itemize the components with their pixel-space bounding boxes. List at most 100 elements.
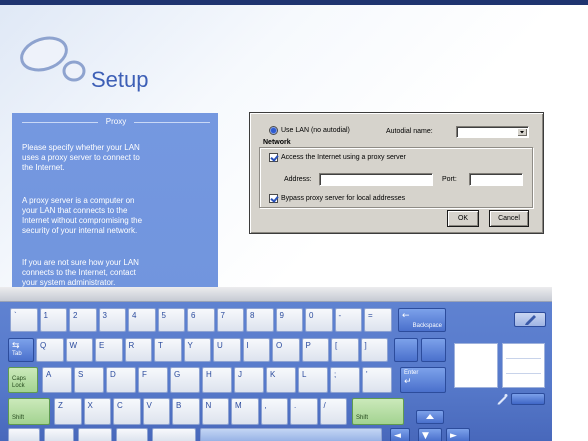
key-bottom-4[interactable] (116, 428, 148, 441)
key-i[interactable]: I (242, 338, 270, 362)
key-label: Tab (12, 351, 22, 357)
key-left-bracket[interactable]: [ (331, 338, 359, 362)
key-y[interactable]: Y (183, 338, 211, 362)
page-title: Setup (91, 67, 149, 92)
key-x[interactable]: X (83, 398, 111, 425)
key-w[interactable]: W (65, 338, 93, 362)
key-r[interactable]: R (124, 338, 152, 362)
key-bottom-2[interactable] (44, 428, 74, 441)
panel-text-line: security of your internal network. (22, 226, 138, 235)
autodial-name-combobox[interactable] (456, 126, 529, 138)
panel-heading-text: Proxy (105, 117, 127, 126)
key-8[interactable]: 8 (246, 308, 274, 332)
key-label: B (176, 401, 182, 410)
key-n[interactable]: N (201, 398, 229, 425)
key-label: T (158, 341, 163, 350)
key-caps-lock[interactable]: Caps Lock (8, 367, 38, 393)
pen-mode-key[interactable] (514, 312, 546, 327)
key-f[interactable]: F (138, 367, 168, 393)
key-s[interactable]: S (74, 367, 104, 393)
pen-settings-icon[interactable] (496, 393, 508, 405)
key-o[interactable]: O (272, 338, 300, 362)
key-backspace[interactable]: ← Backspace (398, 308, 446, 332)
key-label: S (78, 370, 84, 379)
key-1[interactable]: 1 (39, 308, 67, 332)
key-l[interactable]: L (298, 367, 328, 393)
port-label: Port: (442, 176, 457, 183)
keyboard-body: ` 1 2 3 4 5 6 7 8 9 0 - = ← Backspace ⇆ Tab Q W E R T Y U I O P [] C… (0, 302, 552, 441)
use-lan-radio[interactable] (269, 126, 278, 135)
network-group-label: Network (263, 139, 291, 146)
key-enter[interactable]: ↵ Enter (400, 367, 446, 393)
key-row2-blue-2[interactable] (421, 338, 446, 362)
key-4[interactable]: 4 (128, 308, 156, 332)
key-3[interactable]: 3 (98, 308, 126, 332)
key-d[interactable]: D (106, 367, 136, 393)
key-period[interactable]: . (290, 398, 318, 425)
key-a[interactable]: A (42, 367, 72, 393)
key-quote[interactable]: ' (362, 367, 392, 393)
key-9[interactable]: 9 (275, 308, 303, 332)
key-label: W (69, 341, 78, 350)
key-p[interactable]: P (301, 338, 329, 362)
port-field[interactable] (469, 173, 523, 186)
key-t[interactable]: T (154, 338, 182, 362)
panel-text-line: A proxy server is a computer on (22, 196, 135, 205)
key-minus[interactable]: - (334, 308, 362, 332)
chevron-down-icon[interactable] (517, 128, 527, 136)
key-down-arrow[interactable]: ▼ (418, 428, 442, 441)
key-0[interactable]: 0 (305, 308, 333, 332)
key-j[interactable]: J (234, 367, 264, 393)
key-m[interactable]: M (231, 398, 259, 425)
key-z[interactable]: Z (54, 398, 82, 425)
key-k[interactable]: K (266, 367, 296, 393)
key-comma[interactable]: , (260, 398, 288, 425)
key-label: Shift (12, 415, 25, 421)
key-row2-blue-1[interactable] (394, 338, 418, 362)
key-left-arrow[interactable]: ◄ (390, 428, 410, 441)
key-u[interactable]: U (213, 338, 241, 362)
heading-rule-left (22, 121, 98, 123)
key-slash[interactable]: / (319, 398, 347, 425)
key-right-shift[interactable]: Shift (352, 398, 404, 425)
key-2[interactable]: 2 (69, 308, 97, 332)
key-label: 7 (220, 311, 225, 320)
key-right-bracket[interactable]: ] (360, 338, 388, 362)
key-space[interactable] (200, 428, 382, 441)
key-right-arrow[interactable]: ► (446, 428, 470, 441)
key-b[interactable]: B (172, 398, 200, 425)
key-v[interactable]: V (142, 398, 170, 425)
key-up-arrow[interactable] (416, 410, 444, 424)
up-arrow-icon (426, 414, 434, 419)
key-bottom-5[interactable] (152, 428, 196, 441)
key-7[interactable]: 7 (216, 308, 244, 332)
key-6[interactable]: 6 (187, 308, 215, 332)
right-arrow-icon: ► (450, 431, 457, 441)
ok-button[interactable]: OK (447, 210, 479, 227)
key-backtick[interactable]: ` (10, 308, 38, 332)
key-q[interactable]: Q (36, 338, 64, 362)
key-g[interactable]: G (170, 367, 200, 393)
key-label: X (87, 401, 93, 410)
key-tab[interactable]: ⇆ Tab (8, 338, 34, 362)
bypass-local-checkbox[interactable] (269, 194, 278, 203)
key-5[interactable]: 5 (157, 308, 185, 332)
bubbles-logo-icon (20, 36, 86, 82)
key-label: 4 (132, 311, 137, 320)
use-proxy-checkbox[interactable] (269, 153, 278, 162)
writing-pad-right[interactable] (502, 343, 545, 388)
keyboard-title-bar[interactable] (0, 287, 552, 302)
key-e[interactable]: E (95, 338, 123, 362)
pad-action-button[interactable] (511, 393, 545, 405)
key-equals[interactable]: = (364, 308, 392, 332)
key-label: Y (187, 341, 193, 350)
cancel-button[interactable]: Cancel (489, 210, 529, 227)
key-bottom-3[interactable] (78, 428, 112, 441)
key-c[interactable]: C (113, 398, 141, 425)
key-bottom-1[interactable] (8, 428, 40, 441)
key-left-shift[interactable]: Shift (8, 398, 50, 425)
address-field[interactable] (319, 173, 433, 186)
key-h[interactable]: H (202, 367, 232, 393)
writing-pad-left[interactable] (454, 343, 498, 388)
key-semicolon[interactable]: ; (330, 367, 360, 393)
